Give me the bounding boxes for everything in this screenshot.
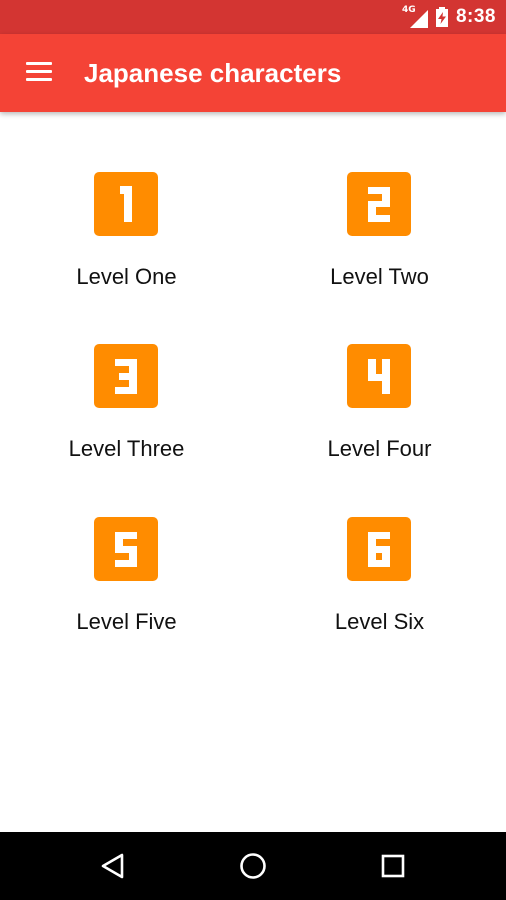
level-item-6[interactable]: Level Six	[253, 459, 506, 634]
system-nav-bar	[0, 832, 506, 900]
battery-charging-icon	[435, 7, 448, 27]
hamburger-menu-icon[interactable]	[26, 62, 52, 82]
level-item-2[interactable]: Level Two	[253, 114, 506, 289]
level-number-icon	[347, 344, 411, 408]
app-screen: 4G 8:38 Japanese characters Level One Le…	[0, 0, 506, 900]
level-item-4[interactable]: Level Four	[253, 286, 506, 461]
level-number-icon	[94, 172, 158, 236]
status-icons: 4G 8:38	[402, 0, 496, 34]
cell-signal-icon: 4G	[402, 5, 428, 28]
level-number-icon	[347, 172, 411, 236]
level-label: Level Five	[76, 609, 177, 634]
status-bar: 4G 8:38	[0, 0, 506, 34]
level-item-1[interactable]: Level One	[0, 114, 253, 289]
app-bar: Japanese characters	[0, 34, 506, 112]
back-icon[interactable]	[93, 846, 133, 886]
level-label: Level Six	[334, 609, 425, 634]
level-item-3[interactable]: Level Three	[0, 286, 253, 461]
recents-icon[interactable]	[373, 846, 413, 886]
level-number-icon	[347, 517, 411, 581]
level-number-icon	[94, 344, 158, 408]
home-icon[interactable]	[233, 846, 273, 886]
level-number-icon	[94, 517, 158, 581]
level-item-5[interactable]: Level Five	[0, 459, 253, 634]
status-clock: 8:38	[455, 6, 496, 27]
app-title: Japanese characters	[84, 58, 342, 88]
